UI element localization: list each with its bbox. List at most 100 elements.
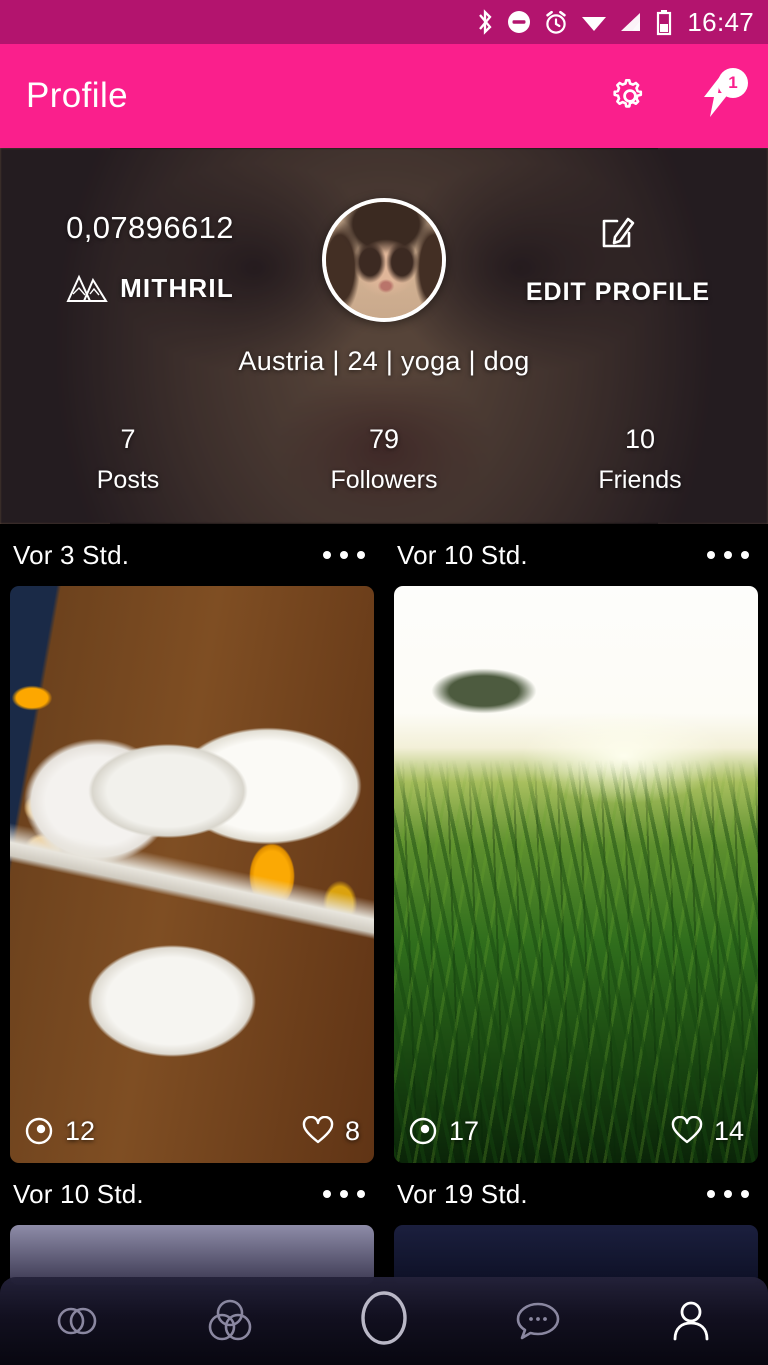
post-header: Vor 19 Std.: [394, 1163, 758, 1225]
stat-friends[interactable]: 10 Friends: [512, 424, 768, 495]
edit-profile-button[interactable]: EDIT PROFILE: [468, 210, 768, 307]
post-stats-overlay: 17 14: [394, 1099, 758, 1163]
heart-icon: [302, 1116, 334, 1144]
nav-item-camera[interactable]: [307, 1274, 461, 1362]
app-bar: Profile 1: [0, 44, 768, 148]
profile-header: 0,07896612 MITHRIL EDIT PROFILE Austria …: [0, 148, 768, 524]
edit-profile-label: EDIT PROFILE: [525, 278, 711, 306]
post-row: Vor 3 Std. 12 8 Vor 10 Std. 17 14: [0, 524, 768, 1163]
notification-badge: 1: [718, 68, 748, 98]
app-bar-actions: 1: [606, 68, 748, 120]
wifi-icon: [582, 17, 607, 31]
edit-pencil-icon: [602, 217, 635, 248]
breakfast-photo: [10, 586, 374, 1163]
post-views-count: 17: [449, 1115, 480, 1146]
menu-dot: [357, 551, 365, 559]
settings-button[interactable]: [606, 72, 654, 120]
post-options-button[interactable]: [317, 539, 371, 571]
post-image[interactable]: 17 14: [394, 586, 758, 1163]
edit-icon-box: [468, 210, 768, 254]
profile-top-row: 0,07896612 MITHRIL EDIT PROFILE: [0, 198, 768, 338]
gear-icon: [613, 79, 643, 108]
stat-followers-label: Followers: [330, 466, 438, 494]
stat-followers-value: 79: [368, 424, 400, 454]
nav-item-profile[interactable]: [614, 1277, 768, 1365]
menu-dot: [323, 551, 331, 559]
nav-item-feed[interactable]: [0, 1277, 154, 1365]
menu-dot: [707, 1190, 715, 1198]
status-bar: 16:47: [0, 0, 768, 44]
two-circles-icon: [57, 1307, 97, 1335]
stat-friends-label: Friends: [598, 466, 682, 494]
menu-dot: [340, 1190, 348, 1198]
token-balance[interactable]: 0,07896612 MITHRIL: [0, 210, 300, 304]
menu-dot: [741, 1190, 749, 1198]
chat-bubble-icon: [516, 1302, 559, 1340]
menu-dot: [323, 1190, 331, 1198]
post-likes-count: 14: [713, 1115, 744, 1146]
profile-stats: 7 Posts 79 Followers 10 Friends: [0, 424, 768, 495]
grass-texture: [394, 586, 758, 1163]
post-stats-overlay: 12 8: [10, 1099, 374, 1163]
stat-friends-value: 10: [624, 424, 656, 454]
profile-screen: 16:47 Profile 1 0,07896612 MITHRIL EDIT …: [0, 0, 768, 1365]
circle-camera-icon: [361, 1291, 407, 1345]
menu-dot: [357, 1190, 365, 1198]
post-header: Vor 3 Std.: [10, 524, 374, 586]
avatar[interactable]: [322, 198, 446, 322]
post-timestamp: Vor 10 Std.: [397, 539, 528, 570]
menu-dot: [724, 1190, 732, 1198]
post-options-button[interactable]: [701, 539, 755, 571]
post-image[interactable]: 12 8: [10, 586, 374, 1163]
stat-followers[interactable]: 79 Followers: [256, 424, 512, 495]
profile-bio: Austria | 24 | yoga | dog: [238, 346, 530, 376]
avatar-photo: [326, 202, 442, 318]
token-name: MITHRIL: [120, 273, 234, 303]
bluetooth-icon: [479, 9, 492, 35]
post-card[interactable]: Vor 3 Std. 12 8: [0, 524, 384, 1163]
post-likes[interactable]: 14: [671, 1116, 744, 1147]
notifications-button[interactable]: 1: [694, 68, 748, 120]
bottom-navigation: [0, 1277, 768, 1365]
heart-icon: [671, 1116, 703, 1144]
person-icon: [673, 1301, 709, 1341]
stat-posts-value: 7: [120, 424, 136, 454]
nav-item-chat[interactable]: [461, 1277, 615, 1365]
post-card[interactable]: Vor 10 Std.: [0, 1163, 384, 1285]
posts-feed[interactable]: Vor 3 Std. 12 8 Vor 10 Std. 17 14 Vor 10…: [0, 524, 768, 1365]
post-card[interactable]: Vor 19 Std.: [384, 1163, 768, 1285]
post-options-button[interactable]: [701, 1178, 755, 1210]
post-views: 17: [408, 1116, 479, 1147]
cell-signal-icon: [621, 13, 641, 31]
menu-dot: [707, 551, 715, 559]
profile-content: 0,07896612 MITHRIL EDIT PROFILE Austria …: [0, 148, 768, 524]
post-timestamp: Vor 19 Std.: [397, 1178, 528, 1209]
battery-icon: [657, 9, 672, 35]
post-timestamp: Vor 3 Std.: [13, 539, 130, 570]
token-brand: MITHRIL: [0, 273, 300, 304]
token-amount: 0,07896612: [66, 210, 234, 245]
post-views-count: 12: [65, 1115, 96, 1146]
post-likes[interactable]: 8: [302, 1116, 360, 1147]
alarm-icon: [546, 10, 567, 34]
post-likes-count: 8: [344, 1115, 360, 1146]
post-views: 12: [24, 1116, 95, 1147]
menu-dot: [724, 551, 732, 559]
nav-item-discover[interactable]: [154, 1277, 308, 1365]
views-icon: [25, 1117, 53, 1145]
post-header: Vor 10 Std.: [10, 1163, 374, 1225]
stat-posts[interactable]: 7 Posts: [0, 424, 256, 495]
post-options-button[interactable]: [317, 1178, 371, 1210]
do-not-disturb-icon: [508, 11, 531, 33]
post-card[interactable]: Vor 10 Std.: [384, 524, 768, 1163]
menu-dot: [340, 551, 348, 559]
status-bar-clock: 16:47: [687, 6, 754, 37]
post-timestamp: Vor 10 Std.: [13, 1178, 144, 1209]
post-header: Vor 10 Std.: [394, 524, 758, 586]
views-icon: [409, 1117, 437, 1145]
post-row: Vor 10 Std. Vor 19 Std.: [0, 1163, 768, 1285]
stat-posts-label: Posts: [96, 466, 160, 494]
venn-circles-icon: [209, 1299, 252, 1341]
mithril-mountain-icon: [66, 274, 108, 302]
menu-dot: [741, 551, 749, 559]
